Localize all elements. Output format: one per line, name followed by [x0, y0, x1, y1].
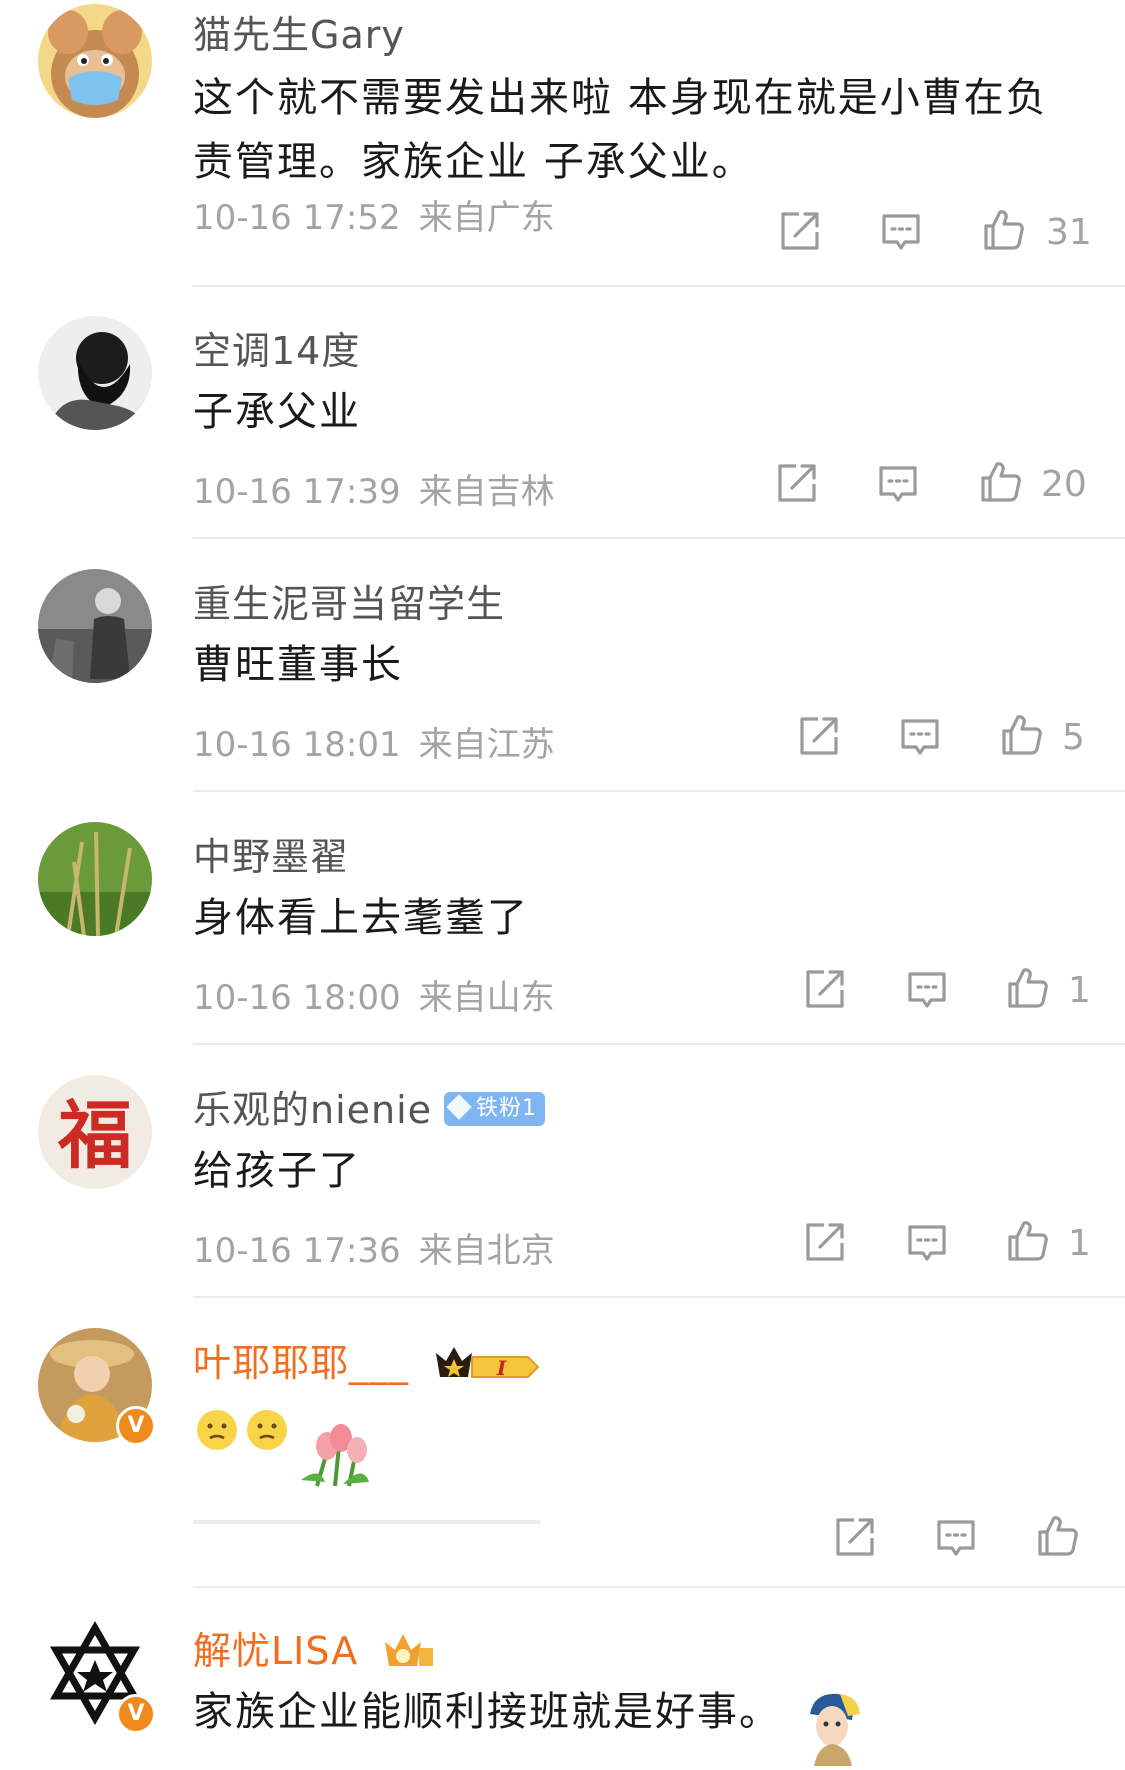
svg-text:福: 福	[57, 1093, 132, 1179]
comment-icon[interactable]	[933, 1514, 979, 1560]
thinking-emoji-icon	[247, 1410, 287, 1450]
username-text[interactable]: 解忧LISA	[193, 1629, 358, 1673]
user-avatar[interactable]	[38, 4, 152, 118]
comment-location: 来自广东	[418, 198, 555, 238]
tulip-sticker-icon	[301, 1424, 369, 1487]
comment-text: 子承父业	[193, 389, 361, 435]
comment-icon[interactable]	[875, 460, 921, 506]
comment-meta: 10-16 17:52 来自广东	[193, 190, 555, 239]
comment-text: 曹旺董事长	[193, 642, 403, 688]
comment-location: 来自江苏	[418, 725, 555, 765]
divider	[193, 1043, 1125, 1045]
comment-location: 来自北京	[418, 1231, 555, 1271]
like-count: 20	[1041, 464, 1087, 505]
user-avatar[interactable]	[38, 316, 152, 430]
user-avatar[interactable]	[38, 822, 152, 936]
comment-text: 给孩子了	[193, 1148, 361, 1194]
bearded-man-avatar	[38, 316, 152, 430]
like-count: 5	[1062, 717, 1085, 758]
thumb-up-icon[interactable]	[1004, 964, 1050, 1010]
share-icon[interactable]	[774, 460, 820, 506]
verified-badge: V	[116, 1694, 156, 1734]
comment-meta: 10-16 18:00 来自山东	[193, 970, 555, 1019]
username-text[interactable]: 叶耶耶耶___	[193, 1341, 409, 1385]
crown-badge-icon	[385, 1633, 434, 1666]
thumb-up-icon[interactable]	[1034, 1512, 1080, 1558]
comment-location: 来自山东	[418, 978, 555, 1018]
comment-text: 这个就不需要发出来啦 本身现在就是小曹在负责管理。家族企业 子承父业。	[193, 75, 1048, 185]
comment-time: 10-16 17:36	[193, 1231, 401, 1271]
like-count: 31	[1046, 212, 1092, 253]
girl-with-pearl-earring-sticker	[800, 1686, 866, 1766]
username[interactable]: 空调14度	[193, 320, 360, 375]
divider	[193, 537, 1125, 539]
user-avatar[interactable]	[38, 569, 152, 683]
comment-icon[interactable]	[904, 966, 950, 1012]
user-avatar[interactable]: 福	[38, 1075, 152, 1189]
username[interactable]: 乐观的nienie 铁粉1	[193, 1079, 546, 1134]
fan-badge: 铁粉1	[444, 1091, 546, 1126]
tom-and-jerry-mouse-avatar	[38, 4, 152, 118]
share-icon[interactable]	[802, 966, 848, 1012]
thumb-up-icon[interactable]	[977, 458, 1023, 504]
comment-location: 来自吉林	[418, 472, 555, 512]
vip-level: I	[496, 1356, 507, 1380]
username[interactable]: 叶耶耶耶___ I	[193, 1332, 542, 1387]
share-icon[interactable]	[832, 1514, 878, 1560]
comment-icon[interactable]	[878, 208, 924, 254]
thinking-emoji-icon	[197, 1410, 237, 1450]
vip-crown-badge: I	[436, 1346, 540, 1380]
share-icon[interactable]	[802, 1219, 848, 1265]
vintage-photo-avatar	[38, 569, 152, 683]
share-icon[interactable]	[796, 713, 842, 759]
username[interactable]: 解忧LISA	[193, 1620, 437, 1676]
grass-avatar	[38, 822, 152, 936]
divider	[193, 285, 1125, 287]
comment-meta: 10-16 17:39 来自吉林	[193, 464, 555, 513]
username[interactable]: 重生泥哥当留学生	[193, 573, 505, 628]
thumb-up-icon[interactable]	[980, 206, 1026, 252]
comment-time: 10-16 17:39	[193, 472, 401, 512]
like-count: 1	[1068, 1223, 1091, 1264]
comment-time: 10-16 18:01	[193, 725, 401, 765]
username[interactable]: 中野墨翟	[193, 826, 349, 881]
username-text[interactable]: 乐观的nienie	[193, 1088, 432, 1132]
username[interactable]: 猫先生Gary	[193, 4, 405, 59]
comment-icon[interactable]	[904, 1219, 950, 1265]
comment-text: 身体看上去耄耋了	[193, 895, 529, 941]
placeholder-meta-line	[193, 1520, 541, 1524]
diamond-icon	[446, 1093, 472, 1120]
divider	[193, 1586, 1125, 1588]
verified-badge: V	[116, 1406, 156, 1446]
thumb-up-icon[interactable]	[998, 711, 1044, 757]
divider	[193, 790, 1125, 792]
emoji-row	[193, 1400, 413, 1490]
comment-meta: 10-16 18:01 来自江苏	[193, 717, 555, 766]
comment-time: 10-16 18:00	[193, 978, 401, 1018]
fu-character-avatar: 福	[38, 1075, 152, 1189]
share-icon[interactable]	[777, 208, 823, 254]
thumb-up-icon[interactable]	[1004, 1217, 1050, 1263]
comment-icon[interactable]	[897, 713, 943, 759]
divider	[193, 1296, 1125, 1298]
fan-badge-label: 铁粉1	[476, 1095, 538, 1121]
like-count: 1	[1068, 970, 1091, 1011]
comment-time: 10-16 17:52	[193, 198, 401, 238]
comment-meta: 10-16 17:36 来自北京	[193, 1223, 555, 1272]
